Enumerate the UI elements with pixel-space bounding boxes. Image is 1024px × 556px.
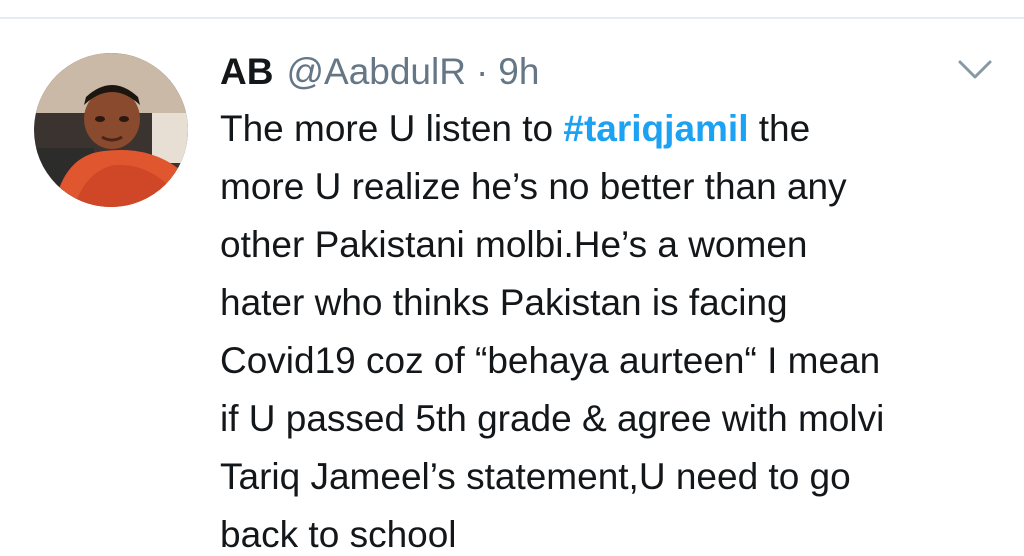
tweet-text-segment: The more U listen to xyxy=(220,108,564,149)
top-divider xyxy=(0,17,1024,19)
avatar[interactable] xyxy=(34,53,188,207)
tweet-text-line: Tariq Jameel’s statement,U need to go xyxy=(220,456,851,497)
tweet-screenshot: AB @AabdulR · 9h The more U listen to #t… xyxy=(0,0,1024,556)
chevron-down-icon xyxy=(958,60,992,79)
tweet-text-line: hater who thinks Pakistan is facing xyxy=(220,282,788,323)
tweet-timestamp[interactable]: 9h xyxy=(498,50,539,94)
tweet-text-line: if U passed 5th grade & agree with molvi xyxy=(220,398,885,439)
separator-dot: · xyxy=(475,51,489,92)
hashtag-link[interactable]: #tariqjamil xyxy=(563,108,748,149)
author-display-name[interactable]: AB xyxy=(220,50,273,94)
tweet-options-button[interactable] xyxy=(955,56,995,84)
tweet-text-segment: the xyxy=(748,108,811,149)
tweet-text-line: The more U listen to #tariqjamil the xyxy=(220,100,1010,158)
tweet-header: AB @AabdulR · 9h xyxy=(220,50,539,94)
tweet-text-line: back to school xyxy=(220,514,457,555)
avatar-photo xyxy=(34,53,188,207)
tweet-text-line: Covid19 coz of “behaya aurteen“ I mean xyxy=(220,340,881,381)
tweet-text-line: more U realize he’s no better than any xyxy=(220,166,847,207)
author-handle[interactable]: @AabdulR xyxy=(286,50,466,94)
tweet-text: The more U listen to #tariqjamil the mor… xyxy=(220,100,1010,556)
tweet-text-line: other Pakistani molbi.He’s a women xyxy=(220,224,808,265)
